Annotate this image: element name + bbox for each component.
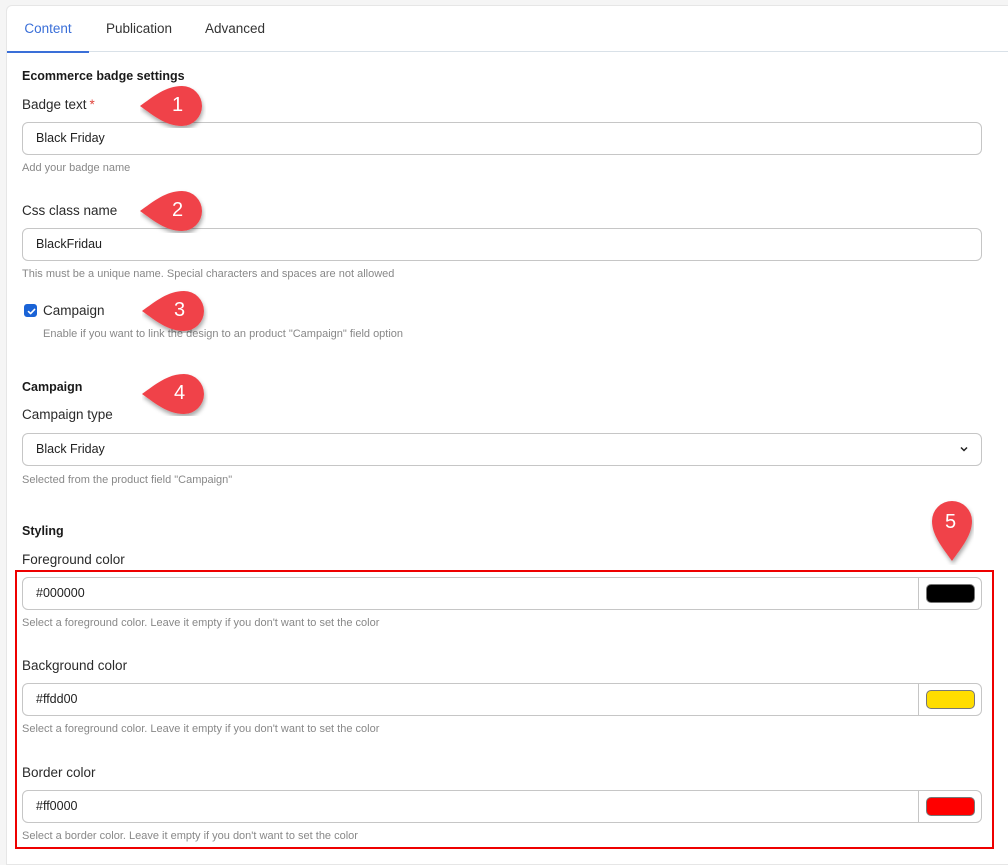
campaign-type-label: Campaign type xyxy=(22,407,113,422)
campaign-type-select[interactable]: Black Friday xyxy=(22,433,982,466)
required-marker: * xyxy=(89,97,95,112)
annotation-callout-2: 2 xyxy=(140,189,206,233)
chevron-down-icon xyxy=(960,446,968,452)
section-title-campaign: Campaign xyxy=(22,380,83,394)
tab-content[interactable]: Content xyxy=(7,6,89,53)
checkmark-icon xyxy=(27,308,36,315)
tab-bar: Content Publication Advanced xyxy=(7,6,1008,53)
callout-number: 1 xyxy=(172,94,184,116)
badge-text-label-text: Badge text xyxy=(22,97,87,112)
badge-text-help: Add your badge name xyxy=(22,162,131,174)
callout-number: 4 xyxy=(174,382,186,404)
tab-advanced[interactable]: Advanced xyxy=(200,6,270,52)
foreground-color-label: Foreground color xyxy=(22,552,125,567)
annotation-callout-4: 4 xyxy=(142,372,208,416)
annotation-highlight-box xyxy=(15,570,994,849)
badge-text-label: Badge text * xyxy=(22,97,95,112)
annotation-callout-3: 3 xyxy=(142,289,208,333)
css-class-help: This must be a unique name. Special char… xyxy=(22,268,395,280)
campaign-type-help: Selected from the product field "Campaig… xyxy=(22,474,233,486)
annotation-callout-1: 1 xyxy=(140,84,206,128)
annotation-callout-5: 5 xyxy=(930,499,974,565)
section-title-badge-settings: Ecommerce badge settings xyxy=(22,69,185,83)
callout-number: 3 xyxy=(174,299,186,321)
section-title-styling: Styling xyxy=(22,524,64,538)
css-class-label: Css class name xyxy=(22,203,118,218)
callout-number: 5 xyxy=(945,511,957,533)
tab-publication[interactable]: Publication xyxy=(99,6,179,52)
campaign-checkbox[interactable] xyxy=(24,304,37,317)
campaign-checkbox-label[interactable]: Campaign xyxy=(43,303,105,318)
campaign-type-selected: Black Friday xyxy=(36,442,105,456)
campaign-checkbox-help: Enable if you want to link the design to… xyxy=(43,328,404,340)
callout-number: 2 xyxy=(172,199,184,221)
